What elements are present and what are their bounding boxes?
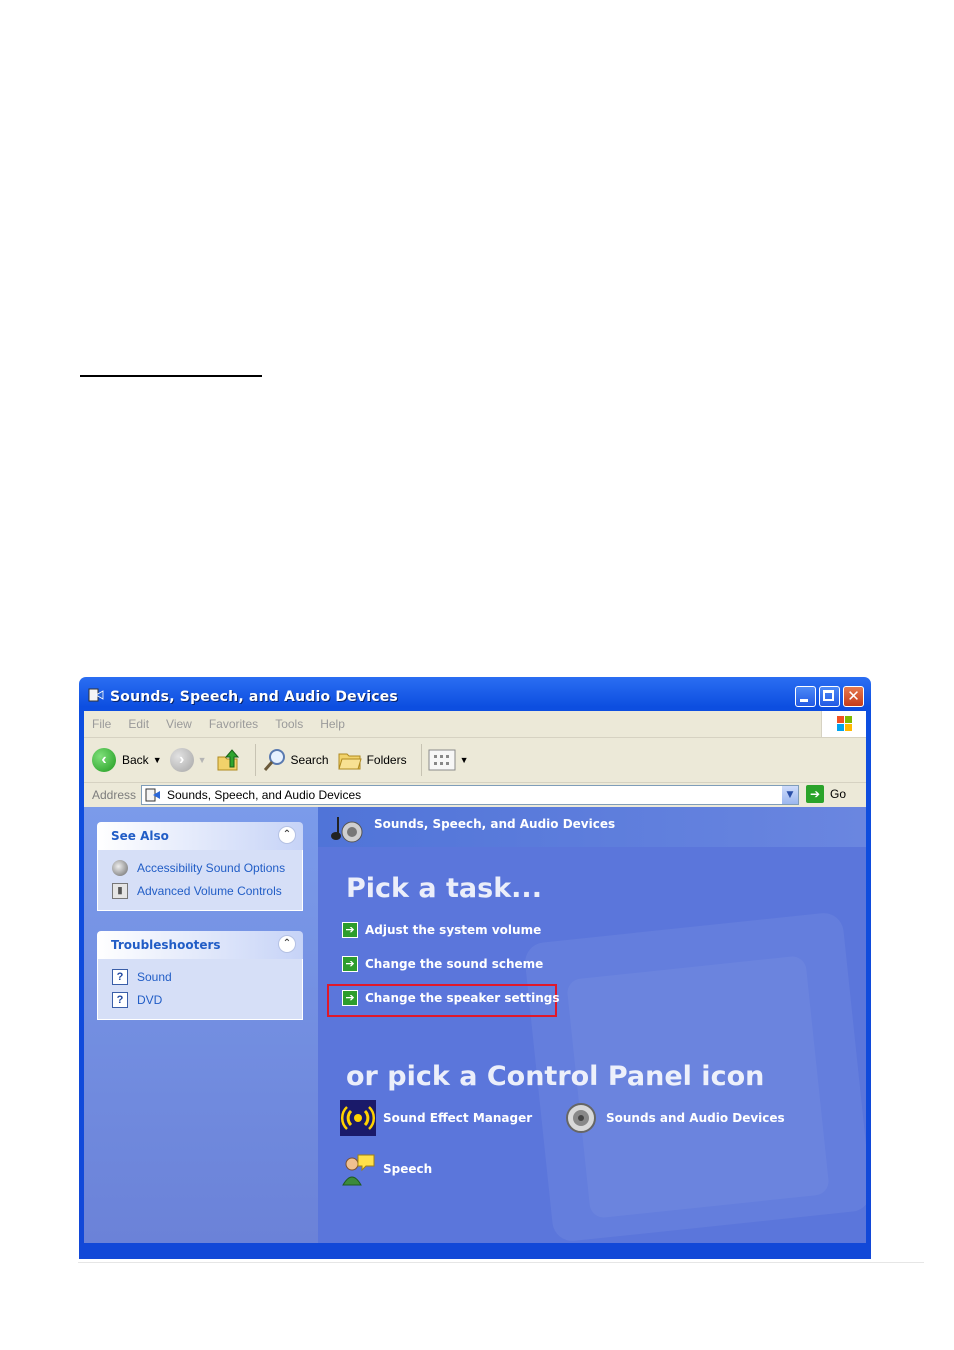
task-sidebar: See Also ⌃ Accessibility Sound Options ▮… [84,807,318,1243]
forward-button[interactable]: › ▼ [169,748,207,772]
icon-label: Sound Effect Manager [383,1111,533,1125]
address-label: Address [92,788,137,802]
windows-logo-icon [821,711,866,737]
troubleshooters-header[interactable]: Troubleshooters ⌃ [97,931,303,959]
icon-label: Speech [383,1162,433,1176]
menu-tools[interactable]: Tools [275,717,303,731]
help-icon: ? [112,968,128,985]
sidebar-item-accessibility-sound-options[interactable]: Accessibility Sound Options [98,856,302,879]
volume-control-icon: ▮ [112,882,128,899]
toolbar-separator [420,744,422,776]
menu-bar: File Edit View Favorites Tools Help [84,711,866,738]
sidebar-item-advanced-volume-controls[interactable]: ▮ Advanced Volume Controls [98,879,302,902]
task-change-speaker-settings[interactable]: ➔ Change the speaker settings [342,990,560,1006]
folders-button[interactable]: Folders [337,748,407,772]
sidebar-item-label: Advanced Volume Controls [137,883,282,898]
sidebar-item-label: Accessibility Sound Options [137,860,286,875]
title-bar[interactable]: Sounds, Speech, and Audio Devices ✕ [84,677,866,711]
control-panel-icon [88,688,104,702]
see-also-body: Accessibility Sound Options ▮ Advanced V… [97,850,303,911]
folders-label: Folders [366,753,407,767]
collapse-icon[interactable]: ⌃ [278,826,296,844]
views-dropdown-icon[interactable]: ▼ [460,755,469,765]
icon-label: Sounds and Audio Devices [606,1111,785,1125]
green-arrow-icon: ➔ [342,956,358,972]
icon-speech[interactable]: Speech [340,1151,432,1187]
troubleshooters-panel: Troubleshooters ⌃ ? Sound ? DVD [97,931,303,1020]
menu-help[interactable]: Help [320,717,345,731]
up-folder-button[interactable] [215,747,241,773]
see-also-panel: See Also ⌃ Accessibility Sound Options ▮… [97,822,303,911]
menu-favorites[interactable]: Favorites [209,717,258,731]
window-client: File Edit View Favorites Tools Help ‹ Ba… [84,711,866,1243]
back-button[interactable]: ‹ Back ▼ [92,748,162,772]
see-also-title: See Also [111,829,169,843]
task-label: Change the speaker settings [365,991,560,1005]
task-label: Change the sound scheme [365,957,544,971]
task-label: Adjust the system volume [365,923,542,937]
control-panel-icon [145,788,160,802]
minimize-icon[interactable] [795,686,816,707]
green-arrow-icon: ➔ [342,922,358,938]
content-area: See Also ⌃ Accessibility Sound Options ▮… [84,807,866,1243]
address-bar: Address Sounds, Speech, and Audio Device… [84,783,866,808]
category-title: Sounds, Speech, and Audio Devices [374,817,616,831]
sidebar-item-label: Sound [137,969,172,984]
toolbar: ‹ Back ▼ › ▼ Search Folders ▼ [84,738,866,783]
search-icon [263,749,285,771]
icon-sound-effect-manager[interactable]: Sound Effect Manager [340,1100,532,1136]
back-label: Back [122,753,149,767]
pick-icon-heading: or pick a Control Panel icon [346,1061,765,1092]
go-label: Go [830,787,847,801]
bottom-rule [78,1262,924,1263]
category-pane: Sounds, Speech, and Audio Devices Pick a… [318,807,866,1243]
go-button[interactable]: ➔ Go [806,785,846,803]
menu-edit[interactable]: Edit [128,717,149,731]
forward-dropdown-icon[interactable]: ▼ [198,755,207,765]
see-also-header[interactable]: See Also ⌃ [97,822,303,850]
folders-icon [337,753,362,770]
pick-task-heading: Pick a task... [346,873,542,904]
sound-effect-icon [340,1100,376,1136]
address-dropdown-icon[interactable]: ▼ [782,786,798,804]
address-field[interactable]: Sounds, Speech, and Audio Devices ▼ [141,785,799,805]
menu-file[interactable]: File [92,717,111,731]
troubleshooters-title: Troubleshooters [111,938,221,952]
task-adjust-system-volume[interactable]: ➔ Adjust the system volume [342,922,541,938]
views-button[interactable]: ▼ [428,749,469,771]
sidebar-item-sound[interactable]: ? Sound [98,965,302,988]
search-label: Search [290,753,329,767]
address-value: Sounds, Speech, and Audio Devices [167,788,362,802]
maximize-icon[interactable] [819,686,840,707]
sidebar-item-label: DVD [137,992,163,1007]
speaker-icon [112,859,128,876]
go-arrow-icon: ➔ [806,785,824,803]
toolbar-separator [254,744,256,776]
task-change-sound-scheme[interactable]: ➔ Change the sound scheme [342,956,543,972]
back-dropdown-icon[interactable]: ▼ [153,755,162,765]
menu-view[interactable]: View [166,717,192,731]
sidebar-item-dvd[interactable]: ? DVD [98,988,302,1011]
category-header: Sounds, Speech, and Audio Devices [318,807,866,847]
explorer-window: Sounds, Speech, and Audio Devices ✕ File… [79,677,871,1259]
sounds-category-icon [331,817,363,843]
up-folder-icon [217,749,239,771]
troubleshooters-body: ? Sound ? DVD [97,959,303,1020]
forward-arrow-icon: › [169,748,194,772]
caption-buttons: ✕ [795,686,864,707]
back-arrow-icon: ‹ [92,748,116,772]
views-icon [428,749,456,771]
speech-icon [342,1154,375,1186]
green-arrow-icon: ➔ [342,990,358,1006]
speaker-icon [566,1103,596,1133]
collapse-icon[interactable]: ⌃ [278,935,296,953]
window-title: Sounds, Speech, and Audio Devices [110,689,398,705]
underline-rule [80,375,262,377]
search-button[interactable]: Search [262,747,329,773]
icon-sounds-and-audio-devices[interactable]: Sounds and Audio Devices [563,1100,785,1136]
help-icon: ? [112,991,128,1008]
close-icon[interactable]: ✕ [843,686,864,707]
